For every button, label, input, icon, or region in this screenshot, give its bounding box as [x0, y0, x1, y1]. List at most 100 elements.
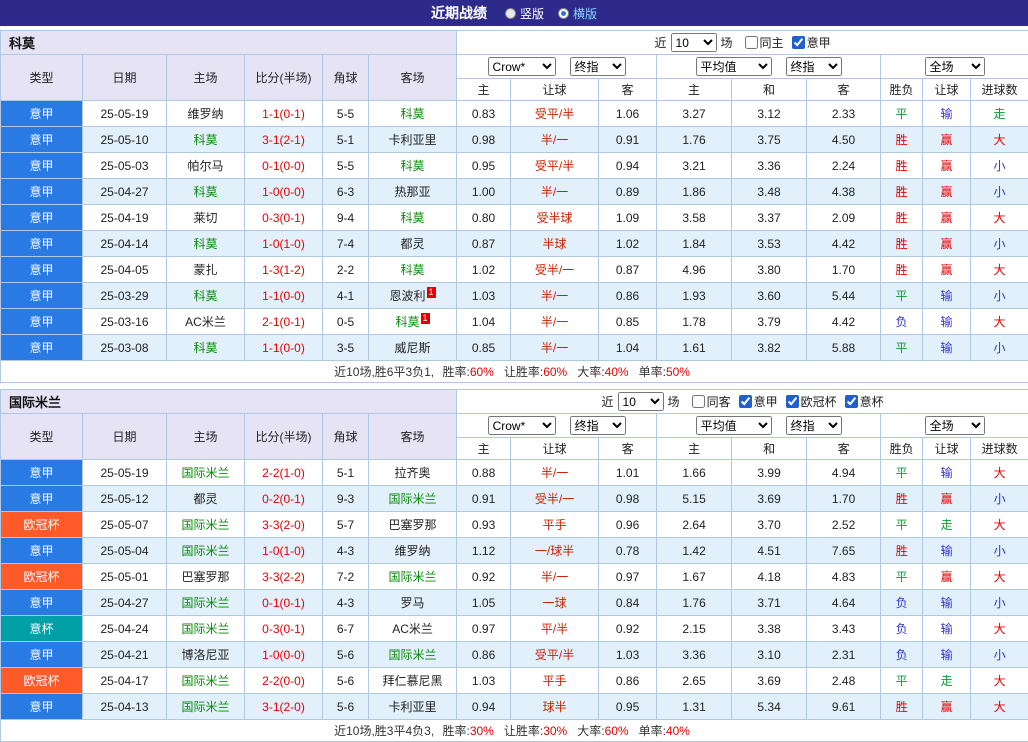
col-header-away: 客场 [369, 55, 457, 101]
handicap-result-cell: 赢 [923, 205, 971, 231]
near-label: 近 [655, 34, 667, 51]
date-cell: 25-04-14 [83, 231, 167, 257]
date-cell: 25-04-24 [83, 616, 167, 642]
away-team-cell: 国际米兰 [369, 486, 457, 512]
result-cell: 胜 [881, 231, 923, 257]
handicap-cell: 半/一 [511, 309, 599, 335]
result-cell: 平 [881, 101, 923, 127]
goals-result-cell: 大 [971, 309, 1028, 335]
odds-away-cell: 0.85 [599, 309, 657, 335]
league-cell: 意甲 [1, 538, 83, 564]
avg-home-cell: 5.15 [657, 486, 732, 512]
company-select[interactable]: Crow* [488, 416, 556, 435]
full-match-select[interactable]: 全场 [925, 416, 985, 435]
company-final-select[interactable]: 终指 [570, 416, 626, 435]
avg-home-cell: 1.86 [657, 179, 732, 205]
away-team-cell: 威尼斯 [369, 335, 457, 361]
league-cell: 意甲 [1, 127, 83, 153]
match-row: 意甲25-04-14科莫1-0(1-0)7-4都灵0.87半球1.021.843… [1, 231, 1028, 257]
average-final-select[interactable]: 终指 [786, 57, 842, 76]
avg-draw-cell: 3.82 [732, 335, 807, 361]
date-cell: 25-05-10 [83, 127, 167, 153]
company-select[interactable]: Crow* [488, 57, 556, 76]
near-label: 近 [602, 393, 614, 410]
filter-checkbox[interactable]: 意杯 [845, 393, 884, 410]
result-cell: 胜 [881, 694, 923, 720]
summary: 近10场,胜3平4负3, 胜率:30%让胜率:30%大率:60%单率:40% [1, 720, 1028, 742]
filter-checkbox[interactable]: 同客 [692, 393, 731, 410]
filter-checkbox[interactable]: 意甲 [792, 34, 831, 51]
company-odds-header: Crow* 终指 [457, 55, 657, 79]
radio-label: 竖版 [520, 5, 544, 22]
company-final-select[interactable]: 终指 [570, 57, 626, 76]
handicap-result-cell: 赢 [923, 694, 971, 720]
average-select[interactable]: 平均值 [696, 57, 772, 76]
checkbox-label: 同客 [707, 393, 731, 410]
sub-col-company-home: 主 [457, 79, 511, 101]
filter-checkbox[interactable]: 意甲 [739, 393, 778, 410]
avg-away-cell: 4.94 [807, 460, 881, 486]
games-label: 场 [668, 393, 680, 410]
handicap-cell: 平手 [511, 668, 599, 694]
checkbox-input[interactable] [745, 36, 758, 49]
goals-result-cell: 大 [971, 127, 1028, 153]
full-match-select[interactable]: 全场 [925, 57, 985, 76]
goals-result-cell: 大 [971, 616, 1028, 642]
result-cell: 负 [881, 309, 923, 335]
team-section-como: 科莫 近 10 场 同主意甲 类型 日期 主场 比分(半场) 角球 客场 [0, 30, 1028, 383]
average-final-select[interactable]: 终指 [786, 416, 842, 435]
handicap-cell: 一球 [511, 590, 599, 616]
corner-cell: 4-1 [323, 283, 369, 309]
avg-away-cell: 1.70 [807, 257, 881, 283]
odds-home-cell: 0.88 [457, 460, 511, 486]
checkbox-input[interactable] [739, 395, 752, 408]
radio-horizontal-layout[interactable]: 横版 [558, 5, 597, 22]
radio-icon [505, 8, 516, 19]
home-team-cell: 国际米兰 [167, 616, 245, 642]
checkbox-input[interactable] [692, 395, 705, 408]
checkbox-input[interactable] [786, 395, 799, 408]
average-select[interactable]: 平均值 [696, 416, 772, 435]
filter-checkbox[interactable]: 同主 [745, 34, 784, 51]
handicap-cell: 半/一 [511, 460, 599, 486]
odds-home-cell: 0.91 [457, 486, 511, 512]
checkbox-input[interactable] [792, 36, 805, 49]
league-cell: 欧冠杯 [1, 668, 83, 694]
avg-home-cell: 1.61 [657, 335, 732, 361]
goals-result-cell: 小 [971, 153, 1028, 179]
red-card-badge: 1 [421, 313, 430, 324]
avg-draw-cell: 3.69 [732, 486, 807, 512]
home-team-cell: 科莫 [167, 283, 245, 309]
checkbox-input[interactable] [845, 395, 858, 408]
match-count-select[interactable]: 10 [618, 392, 664, 411]
corner-cell: 4-3 [323, 590, 369, 616]
match-row: 意甲25-04-27国际米兰0-1(0-1)4-3罗马1.05一球0.841.7… [1, 590, 1028, 616]
summary-stat: 胜率:30% [442, 724, 493, 738]
handicap-result-cell: 输 [923, 101, 971, 127]
odds-away-cell: 0.96 [599, 512, 657, 538]
home-team-cell: 莱切 [167, 205, 245, 231]
score-cell: 0-3(0-1) [245, 205, 323, 231]
handicap-cell: 平/半 [511, 616, 599, 642]
match-row: 意甲25-05-10科莫3-1(2-1)5-1卡利亚里0.98半/一0.911.… [1, 127, 1028, 153]
odds-away-cell: 1.09 [599, 205, 657, 231]
handicap-result-cell: 输 [923, 590, 971, 616]
full-match-header: 全场 [881, 414, 1028, 438]
avg-away-cell: 5.88 [807, 335, 881, 361]
match-row: 欧冠杯25-04-17国际米兰2-2(0-0)5-6拜仁慕尼黑1.03平手0.8… [1, 668, 1028, 694]
filter-checkbox[interactable]: 欧冠杯 [786, 393, 837, 410]
corner-cell: 5-7 [323, 512, 369, 538]
match-row: 欧冠杯25-05-01巴塞罗那3-3(2-2)7-2国际米兰0.92半/一0.9… [1, 564, 1028, 590]
date-cell: 25-05-07 [83, 512, 167, 538]
away-team-cell: 巴塞罗那 [369, 512, 457, 538]
score-cell: 2-2(0-0) [245, 668, 323, 694]
date-cell: 25-04-27 [83, 590, 167, 616]
date-cell: 25-04-17 [83, 668, 167, 694]
odds-home-cell: 1.04 [457, 309, 511, 335]
radio-vertical-layout[interactable]: 竖版 [505, 5, 544, 22]
score-cell: 1-1(0-0) [245, 335, 323, 361]
match-count-select[interactable]: 10 [671, 33, 717, 52]
away-team-cell: 卡利亚里 [369, 127, 457, 153]
filter-checkbox-group: 同客意甲欧冠杯意杯 [684, 393, 884, 411]
team-header-row: 国际米兰 近 10 场 同客意甲欧冠杯意杯 [1, 390, 1028, 414]
